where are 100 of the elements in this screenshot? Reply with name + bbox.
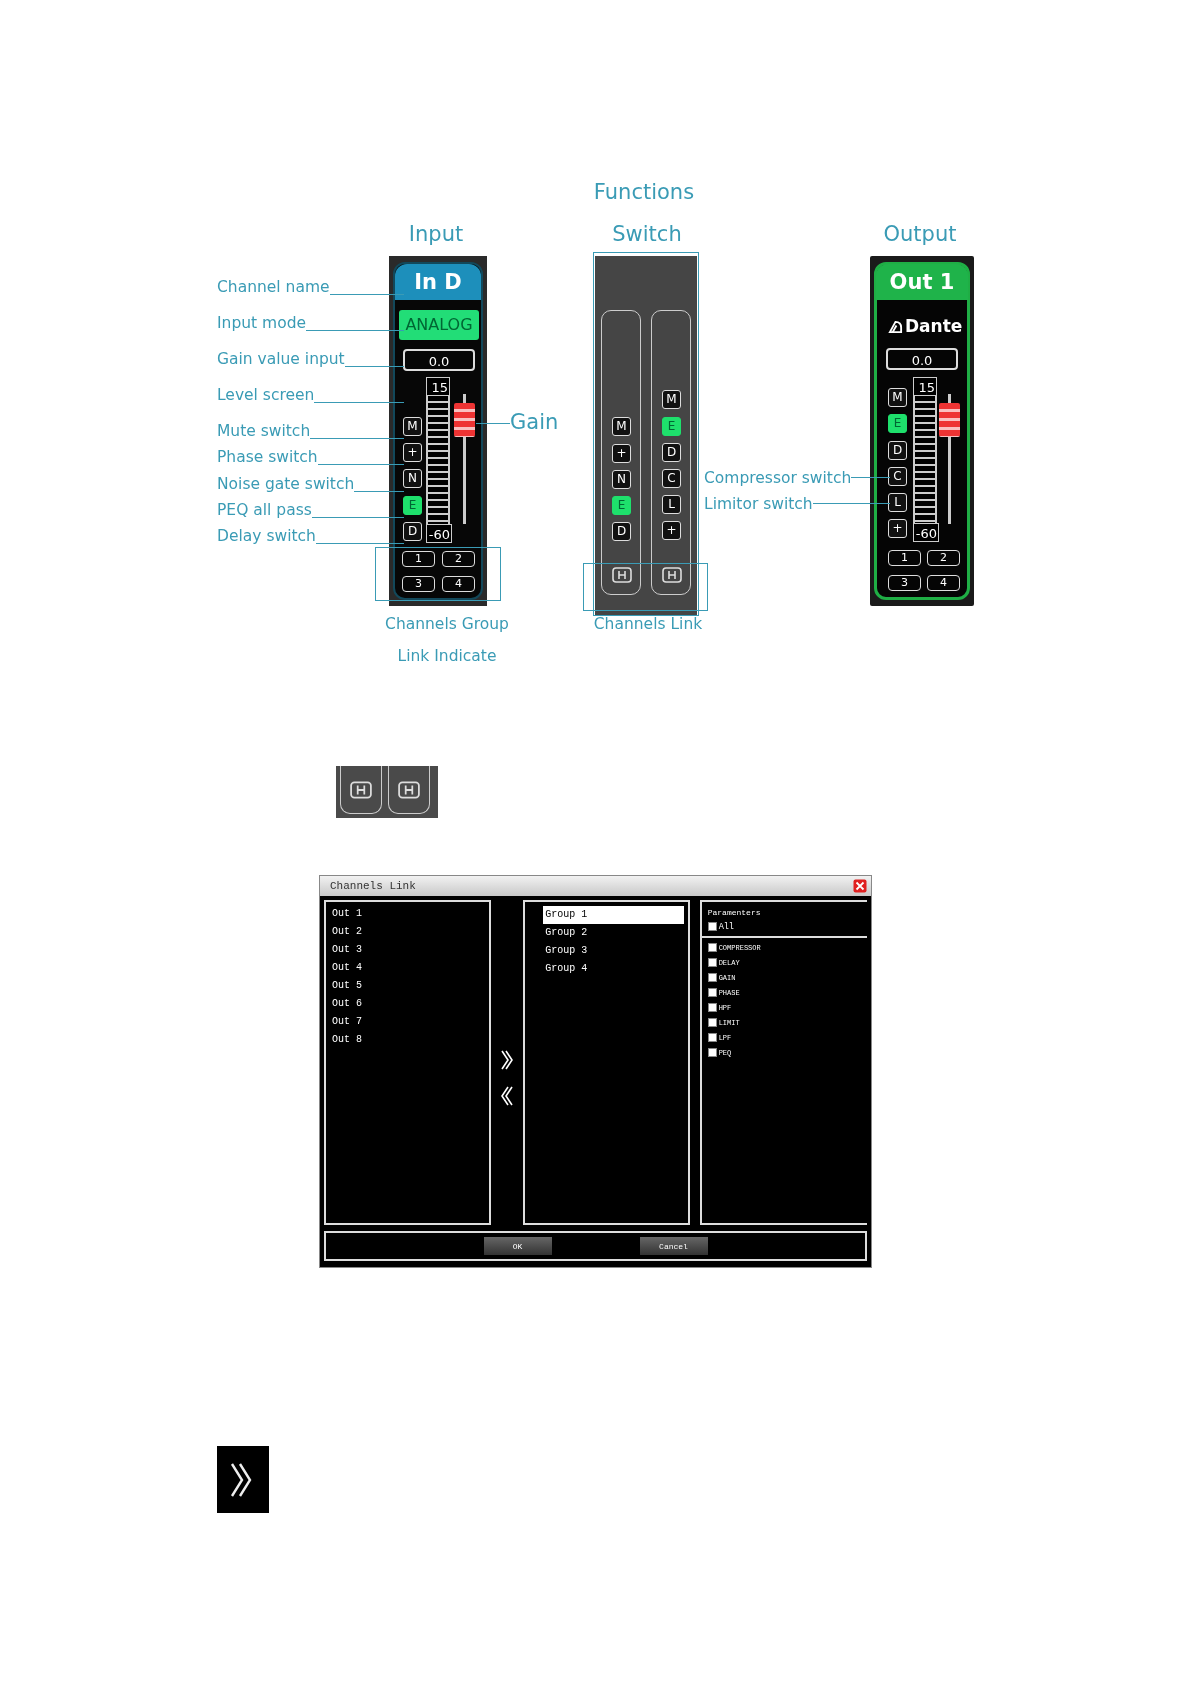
output-item[interactable]: Out 6 bbox=[332, 995, 484, 1013]
group-button[interactable]: 1 bbox=[402, 551, 435, 567]
leader-line bbox=[344, 366, 404, 367]
switch-button[interactable]: M bbox=[662, 390, 681, 409]
checkbox[interactable] bbox=[707, 973, 717, 982]
output-item[interactable]: Out 1 bbox=[332, 905, 484, 923]
close-icon[interactable] bbox=[853, 879, 867, 893]
fader-thumb[interactable] bbox=[939, 403, 960, 437]
channel-link-icon bbox=[350, 778, 372, 801]
caption: Channels Group bbox=[384, 615, 510, 633]
fader-thumb[interactable] bbox=[454, 403, 475, 437]
channel-name: In D bbox=[395, 264, 481, 300]
switch-button[interactable]: D bbox=[612, 522, 631, 541]
scale-label: -60 bbox=[426, 524, 452, 543]
switch-button[interactable]: E bbox=[888, 414, 907, 433]
checkbox[interactable] bbox=[707, 958, 717, 967]
channel-link-icon bbox=[398, 778, 420, 801]
switch-button[interactable]: E bbox=[403, 496, 422, 515]
group-item[interactable]: Group 4 bbox=[543, 960, 684, 978]
leader-line bbox=[851, 477, 890, 478]
checkbox[interactable] bbox=[707, 943, 717, 952]
output-item[interactable]: Out 4 bbox=[332, 959, 484, 977]
switch-button[interactable]: D bbox=[888, 441, 907, 460]
callout-label: Level screen bbox=[217, 385, 315, 405]
callout-label: Gain bbox=[510, 410, 559, 434]
checkbox[interactable] bbox=[707, 922, 717, 931]
group-button[interactable]: 3 bbox=[402, 576, 435, 592]
callout-label: Channel name bbox=[217, 277, 330, 297]
group-button[interactable]: 4 bbox=[927, 575, 960, 591]
parameters-heading: Paramenters bbox=[706, 907, 762, 919]
callout-label: Limitor switch bbox=[704, 494, 813, 514]
switch-button[interactable]: L bbox=[888, 493, 907, 512]
switch-button[interactable]: N bbox=[403, 469, 422, 488]
switch-button[interactable]: + bbox=[888, 519, 907, 538]
switch-button[interactable]: + bbox=[662, 521, 681, 540]
dialog-button[interactable]: OK bbox=[483, 1237, 552, 1255]
group-item[interactable]: Group 2 bbox=[543, 924, 684, 942]
group-button[interactable]: 2 bbox=[442, 551, 475, 567]
switch-button[interactable]: M bbox=[888, 388, 907, 407]
leader-line bbox=[476, 423, 510, 424]
input-mode-button[interactable]: ANALOG bbox=[399, 310, 479, 340]
link-button[interactable] bbox=[340, 766, 382, 814]
output-item[interactable]: Out 3 bbox=[332, 941, 484, 959]
caption: Channels Link bbox=[592, 615, 704, 633]
channel-link-icon[interactable] bbox=[612, 565, 632, 585]
switch-button[interactable]: + bbox=[612, 444, 631, 463]
gain-value-field[interactable]: 0.0 bbox=[403, 349, 475, 371]
checkbox[interactable] bbox=[707, 1018, 717, 1027]
group-button[interactable]: 1 bbox=[888, 550, 921, 566]
switch-button[interactable]: L bbox=[662, 495, 681, 514]
switch-button[interactable]: E bbox=[612, 496, 631, 515]
switch-button[interactable]: C bbox=[662, 469, 681, 488]
callout-label: PEQ all pass bbox=[217, 500, 312, 520]
caption: Link Indicate bbox=[396, 647, 498, 665]
leader-line bbox=[354, 491, 404, 492]
checkbox[interactable] bbox=[707, 1048, 717, 1057]
group-button[interactable]: 3 bbox=[888, 575, 921, 591]
channel-link-icon[interactable] bbox=[662, 565, 682, 585]
scale-label: 15 bbox=[913, 377, 937, 396]
switch-button[interactable]: D bbox=[662, 443, 681, 462]
checkbox[interactable] bbox=[707, 988, 717, 997]
group-item[interactable]: Group 3 bbox=[543, 942, 684, 960]
callout-label: Input mode bbox=[217, 313, 307, 333]
output-item[interactable]: Out 7 bbox=[332, 1013, 484, 1031]
heading: Input bbox=[407, 222, 465, 246]
group-button[interactable]: 4 bbox=[442, 576, 475, 592]
heading: Switch bbox=[611, 222, 683, 246]
window-title: Channels Link bbox=[330, 880, 416, 892]
double-chevron-right-icon[interactable] bbox=[500, 1048, 515, 1071]
switch-button[interactable]: M bbox=[403, 417, 422, 436]
scale-label: 15 bbox=[426, 377, 450, 396]
switch-button[interactable]: D bbox=[403, 522, 422, 541]
callout-label: Phase switch bbox=[217, 447, 318, 467]
channel-name: Out 1 bbox=[876, 264, 968, 300]
callout-label: Mute switch bbox=[217, 421, 311, 441]
switch-button[interactable]: + bbox=[403, 443, 422, 462]
output-item[interactable]: Out 2 bbox=[332, 923, 484, 941]
switch-button[interactable]: C bbox=[888, 467, 907, 486]
switch-button[interactable]: N bbox=[612, 470, 631, 489]
callout-label: Gain value input bbox=[217, 349, 345, 369]
heading: Output bbox=[882, 222, 958, 246]
switch-button[interactable]: E bbox=[662, 417, 681, 436]
brand-name: Dante bbox=[905, 316, 963, 336]
group-button[interactable]: 2 bbox=[927, 550, 960, 566]
logo-icon bbox=[888, 318, 903, 334]
callout-label: Delay switch bbox=[217, 526, 316, 546]
checkbox[interactable] bbox=[707, 1033, 717, 1042]
dialog-button[interactable]: Cancel bbox=[639, 1237, 708, 1255]
link-button[interactable] bbox=[388, 766, 430, 814]
double-chevron-left-icon[interactable] bbox=[500, 1084, 515, 1107]
checkbox[interactable] bbox=[707, 1003, 717, 1012]
output-item[interactable]: Out 8 bbox=[332, 1031, 484, 1049]
callout-label: Compressor switch bbox=[704, 468, 852, 488]
callout-label: Noise gate switch bbox=[217, 474, 355, 494]
group-item[interactable]: Group 1 bbox=[543, 906, 684, 924]
output-item[interactable]: Out 5 bbox=[332, 977, 484, 995]
heading: Functions bbox=[592, 180, 696, 204]
switch-button[interactable]: M bbox=[612, 417, 631, 436]
gain-value-field[interactable]: 0.0 bbox=[886, 348, 958, 370]
scale-label: -60 bbox=[913, 523, 939, 542]
